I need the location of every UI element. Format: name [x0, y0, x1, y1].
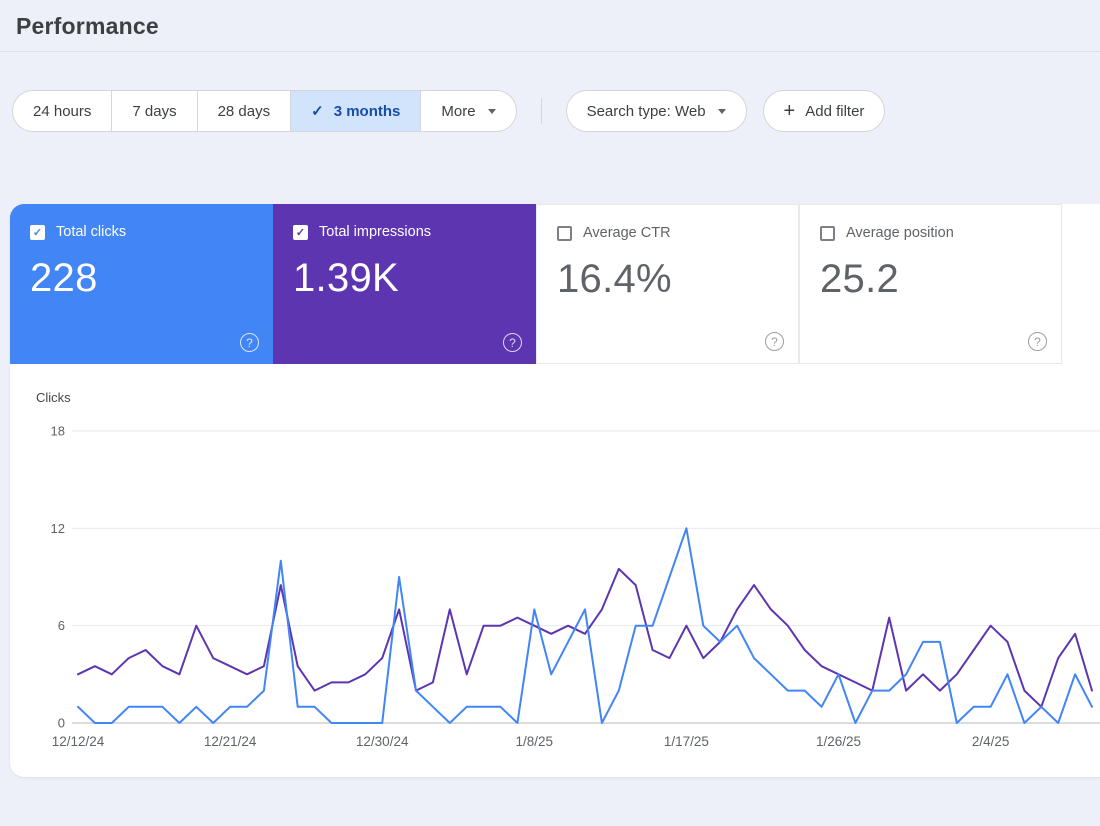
total-clicks-checkbox[interactable] [30, 224, 45, 240]
help-icon[interactable]: ? [1028, 332, 1047, 351]
toolbar-separator [540, 98, 542, 124]
search-type-label: Search type: Web [586, 102, 706, 120]
date-range-label: 3 months [333, 102, 401, 120]
metric-card-header: Average CTR [557, 225, 778, 241]
page-header: Performance [0, 0, 1100, 51]
add-filter-button[interactable]: + Add filter [762, 90, 886, 132]
metric-card-label: Average CTR [583, 225, 671, 241]
metric-card-label: Total clicks [56, 224, 127, 240]
date-range-more[interactable]: More [420, 90, 517, 132]
date-range-label: 7 days [132, 102, 177, 120]
date-range-24-hours[interactable]: 24 hours [12, 90, 113, 132]
chevron-down-icon [717, 108, 726, 114]
metric-cards-row: Total clicks 228 ? Total impressions 1.3… [10, 204, 1100, 364]
page-title: Performance [16, 13, 159, 39]
metric-card-header: Total clicks [30, 224, 253, 240]
help-icon[interactable]: ? [503, 333, 522, 352]
help-icon[interactable]: ? [765, 332, 784, 351]
metric-card-label: Total impressions [319, 224, 432, 240]
svg-text:6: 6 [58, 618, 65, 633]
svg-text:1/17/25: 1/17/25 [664, 734, 709, 749]
date-range-selector: 24 hours 7 days 28 days ✓ 3 months More [12, 90, 517, 132]
svg-text:1/26/25: 1/26/25 [816, 734, 861, 749]
filter-toolbar: 24 hours 7 days 28 days ✓ 3 months More … [0, 52, 1100, 132]
metric-card-label: Average position [846, 225, 954, 241]
date-range-7-days[interactable]: 7 days [111, 90, 198, 132]
svg-text:1/8/25: 1/8/25 [516, 734, 554, 749]
date-range-28-days[interactable]: 28 days [196, 90, 292, 132]
svg-text:12/21/24: 12/21/24 [204, 734, 257, 749]
svg-text:2/4/25: 2/4/25 [972, 734, 1010, 749]
chevron-down-icon [487, 108, 496, 114]
add-filter-label: Add filter [805, 102, 865, 120]
metric-card-total-clicks[interactable]: Total clicks 228 ? [10, 204, 273, 364]
date-range-label: More [441, 102, 476, 120]
help-icon[interactable]: ? [240, 333, 259, 352]
clicks-impressions-line-chart: 0 6 12 18 12/12/24 12/21/24 12/30/24 1/8/25 1/17… [51, 424, 1100, 749]
svg-text:12/12/24: 12/12/24 [52, 734, 105, 749]
average-position-value: 25.2 [820, 257, 900, 301]
svg-text:12/30/24: 12/30/24 [356, 734, 409, 749]
metric-card-header: Total impressions [293, 224, 516, 240]
svg-text:18: 18 [51, 424, 65, 439]
total-clicks-value: 228 [30, 256, 98, 300]
chart-y-axis-label: Clicks [36, 390, 71, 405]
metric-card-average-position[interactable]: Average position 25.2 ? [799, 204, 1062, 364]
metric-card-header: Average position [820, 225, 1041, 241]
check-icon: ✓ [311, 103, 324, 120]
search-type-selector[interactable]: Search type: Web [565, 90, 747, 132]
average-ctr-value: 16.4% [557, 257, 672, 301]
plus-icon: + [783, 100, 796, 122]
performance-chart: Clicks 0 6 12 18 12/12/24 12/21/24 12/30/24 1/8… [10, 364, 1100, 759]
date-range-label: 28 days [217, 102, 271, 120]
metric-card-total-impressions[interactable]: Total impressions 1.39K ? [273, 204, 536, 364]
average-ctr-checkbox[interactable] [557, 225, 572, 241]
metric-card-average-ctr[interactable]: Average CTR 16.4% ? [536, 204, 799, 364]
performance-panel: Total clicks 228 ? Total impressions 1.3… [10, 204, 1100, 777]
date-range-3-months[interactable]: ✓ 3 months [290, 90, 422, 132]
svg-text:0: 0 [58, 716, 65, 731]
total-impressions-checkbox[interactable] [293, 224, 308, 240]
date-range-label: 24 hours [33, 102, 92, 120]
total-impressions-value: 1.39K [293, 256, 400, 300]
average-position-checkbox[interactable] [820, 225, 835, 241]
svg-text:12: 12 [51, 521, 65, 536]
